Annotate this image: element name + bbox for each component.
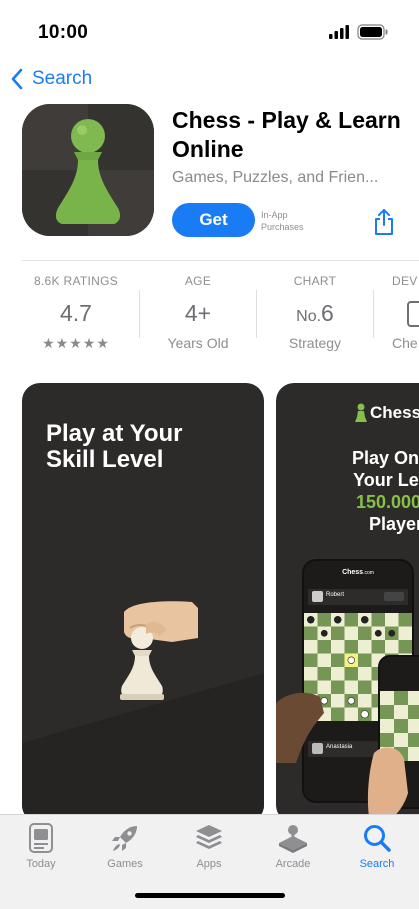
status-signal-battery-icon xyxy=(329,24,388,40)
pawn-small-icon xyxy=(355,403,367,422)
stat-value xyxy=(392,300,419,328)
promo-line-2: Your Leve xyxy=(353,470,419,490)
logo-text: Chess. xyxy=(370,403,419,422)
today-icon xyxy=(29,823,53,853)
tab-today[interactable]: Today xyxy=(6,823,76,870)
stat-value: 4.7 xyxy=(60,300,92,326)
back-button[interactable]: Search xyxy=(10,68,92,90)
stat-chart[interactable]: CHART No.6 Strategy xyxy=(259,274,371,351)
screenshot-title: Play at Your Skill Level xyxy=(46,420,183,473)
stat-sub: Strategy xyxy=(288,335,342,351)
developer-icon xyxy=(407,301,419,327)
stat-separator xyxy=(256,290,257,338)
in-app-purchases-label: In-App Purchases xyxy=(261,210,304,232)
stat-sub: Che xyxy=(392,335,418,351)
player-top-bar: Robert xyxy=(308,589,408,605)
stat-age[interactable]: AGE 4+ Years Old xyxy=(142,274,254,351)
tab-games[interactable]: Games xyxy=(90,823,160,870)
tab-label: Games xyxy=(107,858,143,870)
promo-line-1: Play Onlin xyxy=(351,448,419,468)
chevron-left-icon xyxy=(11,68,23,90)
stat-label: CHART xyxy=(293,274,337,288)
tab-arcade[interactable]: Arcade xyxy=(258,823,328,870)
chess-com-logo: Chess. xyxy=(354,403,419,423)
stat-value: 4+ xyxy=(184,300,212,326)
games-rocket-icon xyxy=(112,826,137,851)
screenshot-play-online[interactable]: Chess. Play Onlin Your Leve 150.000.0 Pl… xyxy=(276,383,419,823)
stat-value: No.6 xyxy=(259,300,371,328)
back-label: Search xyxy=(32,68,93,89)
stat-separator xyxy=(373,290,374,338)
stat-label: 8.6K RATINGS xyxy=(33,274,119,288)
app-icon xyxy=(22,104,154,236)
screenshot-skill-level[interactable]: Play at Your Skill Level xyxy=(22,383,264,823)
search-icon xyxy=(364,825,391,852)
stat-separator xyxy=(139,290,140,338)
header-divider xyxy=(22,260,419,261)
tab-label: Arcade xyxy=(275,858,311,870)
tab-label: Search xyxy=(359,858,395,870)
hand-left-illustration-icon xyxy=(276,692,324,763)
promo-line-4: Player xyxy=(368,514,419,534)
app-title: Chess - Play & Learn Online xyxy=(172,107,401,162)
status-time: 10:00 xyxy=(38,22,89,43)
stat-sub: Years Old xyxy=(167,335,229,351)
player-top-avatar xyxy=(312,591,323,602)
hand-right-illustration-icon xyxy=(367,747,408,823)
app-subtitle: Games, Puzzles, and Frien... xyxy=(172,169,379,186)
stat-developer[interactable]: DEV Che xyxy=(392,274,419,351)
tab-search[interactable]: Search xyxy=(342,823,412,870)
rating-stars: ★★★★★ xyxy=(42,335,110,351)
stat-label: AGE xyxy=(184,274,212,288)
hand-pawn-illustration-icon xyxy=(120,601,198,700)
player-top-clock xyxy=(384,592,404,601)
pawn-logo-icon xyxy=(22,104,154,236)
chart-no-prefix: No. xyxy=(296,308,322,325)
stat-label: DEV xyxy=(392,274,418,288)
chart-rank: 6 xyxy=(321,300,334,326)
promo-line-3: 150.000.0 xyxy=(355,492,419,512)
stat-ratings[interactable]: 8.6K RATINGS 4.7 ★★★★★ xyxy=(20,274,132,352)
home-indicator[interactable] xyxy=(135,893,285,898)
tab-label: Today xyxy=(26,858,56,870)
tab-label: Apps xyxy=(196,858,222,870)
tab-apps[interactable]: Apps xyxy=(174,823,244,870)
player-top-name: Robert xyxy=(326,592,345,598)
phone-logo: Chess.com xyxy=(342,569,374,576)
get-button[interactable]: Get xyxy=(172,203,255,237)
apps-stack-icon xyxy=(196,825,222,849)
share-icon[interactable] xyxy=(372,208,396,236)
arcade-joystick-icon xyxy=(279,825,307,853)
